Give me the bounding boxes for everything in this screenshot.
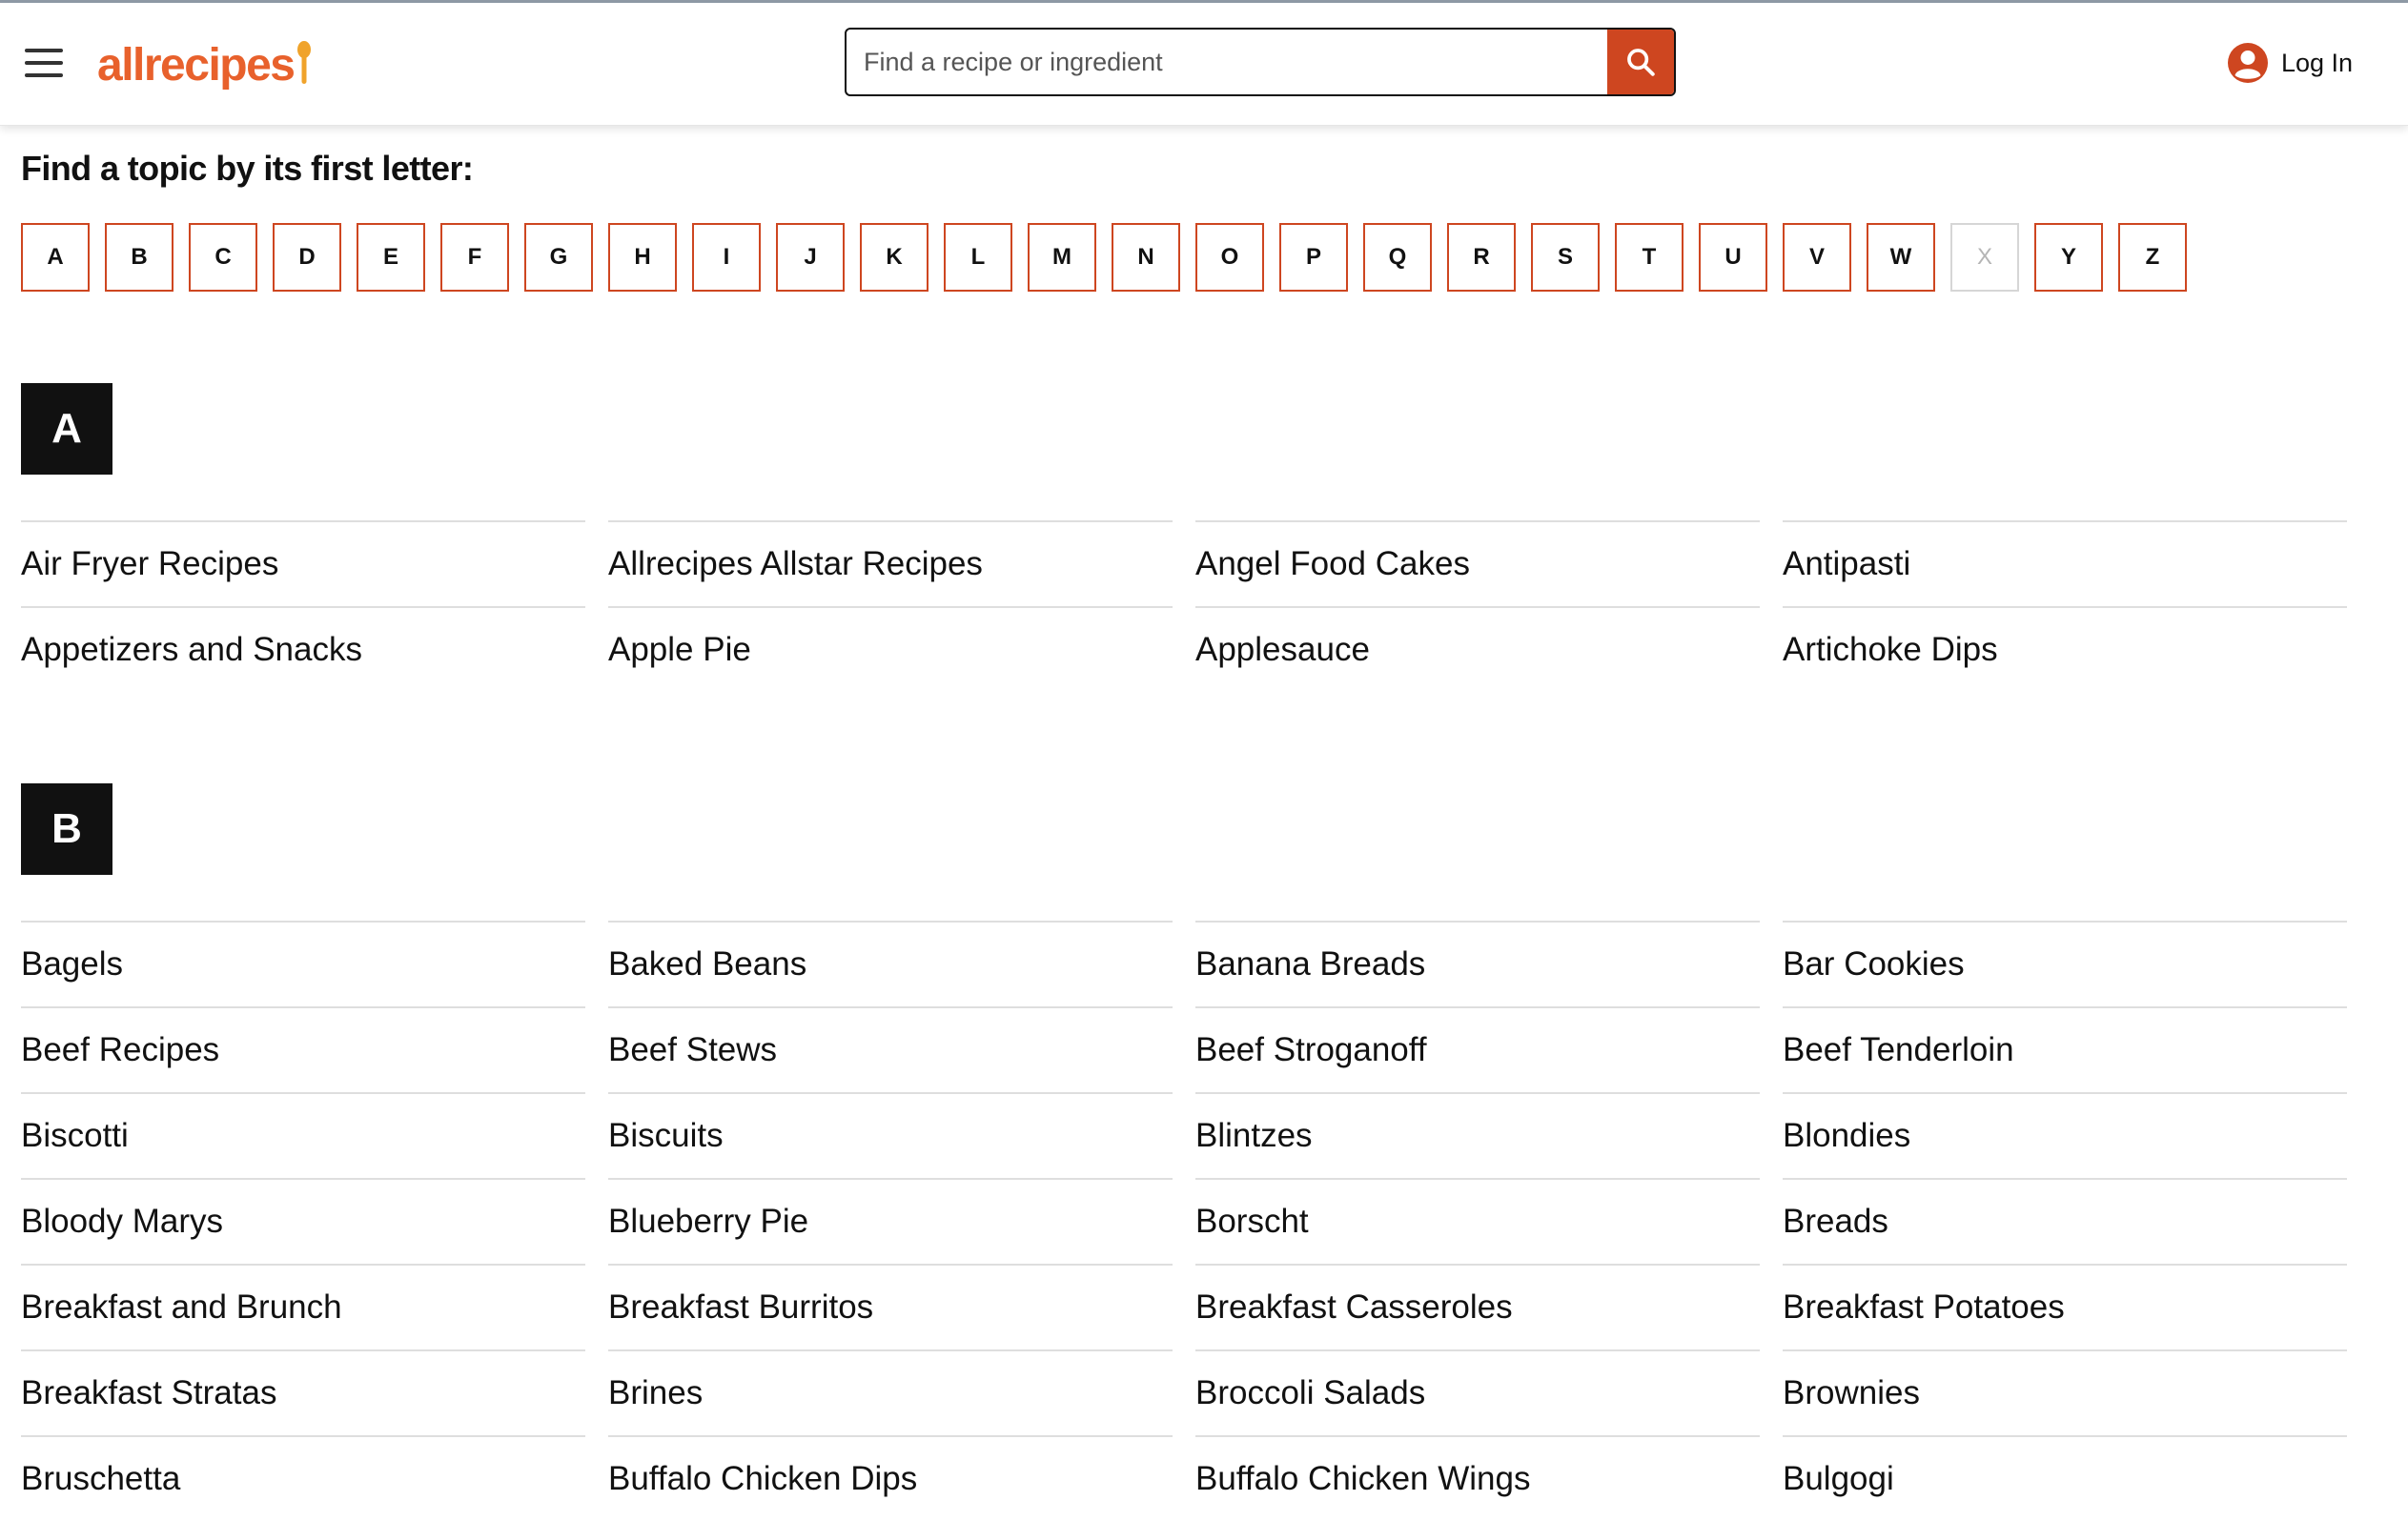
topic-link[interactable]: Angel Food Cakes: [1195, 520, 1760, 606]
letter-link-d[interactable]: D: [273, 223, 341, 292]
topic-link[interactable]: Appetizers and Snacks: [21, 606, 585, 692]
letter-link-k[interactable]: K: [860, 223, 929, 292]
topic-link[interactable]: Brines: [608, 1349, 1173, 1435]
allrecipes-logo[interactable]: allrecipes: [97, 39, 312, 92]
letter-link-u[interactable]: U: [1699, 223, 1767, 292]
letter-link-t[interactable]: T: [1615, 223, 1684, 292]
topic-link[interactable]: Biscuits: [608, 1092, 1173, 1178]
letter-link-n[interactable]: N: [1112, 223, 1180, 292]
login-label: Log In: [2281, 48, 2354, 77]
user-avatar-icon: [2228, 43, 2268, 83]
topic-link[interactable]: Applesauce: [1195, 606, 1760, 692]
spoon-icon: [297, 41, 312, 84]
topic-link[interactable]: Artichoke Dips: [1783, 606, 2347, 692]
letter-link-e[interactable]: E: [357, 223, 425, 292]
letter-link-q[interactable]: Q: [1363, 223, 1432, 292]
letter-link-w[interactable]: W: [1867, 223, 1935, 292]
section-heading-a: A: [21, 383, 112, 475]
topic-link[interactable]: Breads: [1783, 1178, 2347, 1264]
letter-link-r[interactable]: R: [1447, 223, 1516, 292]
topic-link[interactable]: Air Fryer Recipes: [21, 520, 585, 606]
letter-link-s[interactable]: S: [1531, 223, 1600, 292]
topic-link[interactable]: Breakfast Stratas: [21, 1349, 585, 1435]
letter-link-o[interactable]: O: [1195, 223, 1264, 292]
letter-link-g[interactable]: G: [524, 223, 593, 292]
topic-link[interactable]: Banana Breads: [1195, 921, 1760, 1006]
topic-link[interactable]: Beef Stews: [608, 1006, 1173, 1092]
topic-link[interactable]: Brownies: [1783, 1349, 2347, 1435]
search-input[interactable]: [847, 30, 1634, 94]
letter-link-x: X: [1950, 223, 2019, 292]
topic-link[interactable]: Borscht: [1195, 1178, 1760, 1264]
topic-link[interactable]: Antipasti: [1783, 520, 2347, 606]
topic-link[interactable]: Beef Stroganoff: [1195, 1006, 1760, 1092]
topic-link[interactable]: Beef Tenderloin: [1783, 1006, 2347, 1092]
letter-link-a[interactable]: A: [21, 223, 90, 292]
letter-link-h[interactable]: H: [608, 223, 677, 292]
letter-nav-title: Find a topic by its first letter:: [21, 149, 474, 188]
letter-link-b[interactable]: B: [105, 223, 173, 292]
topic-link[interactable]: Breakfast Burritos: [608, 1264, 1173, 1349]
topic-link[interactable]: Bruschetta: [21, 1435, 585, 1521]
letter-link-f[interactable]: F: [440, 223, 509, 292]
letter-link-p[interactable]: P: [1279, 223, 1348, 292]
letter-link-c[interactable]: C: [189, 223, 257, 292]
topic-link[interactable]: Apple Pie: [608, 606, 1173, 692]
search-button[interactable]: [1607, 30, 1674, 94]
topic-link[interactable]: Broccoli Salads: [1195, 1349, 1760, 1435]
topic-link[interactable]: Breakfast Potatoes: [1783, 1264, 2347, 1349]
logo-text: allrecipes: [97, 40, 296, 91]
letter-link-i[interactable]: I: [692, 223, 761, 292]
menu-icon[interactable]: [25, 49, 63, 81]
topic-link[interactable]: Breakfast and Brunch: [21, 1264, 585, 1349]
topic-link[interactable]: Blintzes: [1195, 1092, 1760, 1178]
topic-link[interactable]: Baked Beans: [608, 921, 1173, 1006]
login-link[interactable]: Log In: [2227, 42, 2353, 84]
letter-link-y[interactable]: Y: [2034, 223, 2103, 292]
site-header: allrecipes Log In: [0, 3, 2408, 126]
topic-link[interactable]: Beef Recipes: [21, 1006, 585, 1092]
topic-link[interactable]: Blondies: [1783, 1092, 2347, 1178]
letter-link-z[interactable]: Z: [2118, 223, 2187, 292]
letter-link-j[interactable]: J: [776, 223, 845, 292]
search-bar: [845, 28, 1676, 96]
topic-link[interactable]: Buffalo Chicken Dips: [608, 1435, 1173, 1521]
search-icon: [1627, 49, 1655, 76]
topic-link[interactable]: Biscotti: [21, 1092, 585, 1178]
topic-link[interactable]: Blueberry Pie: [608, 1178, 1173, 1264]
topic-link[interactable]: Bagels: [21, 921, 585, 1006]
topic-link[interactable]: Bloody Marys: [21, 1178, 585, 1264]
topic-link[interactable]: Breakfast Casseroles: [1195, 1264, 1760, 1349]
topic-link[interactable]: Buffalo Chicken Wings: [1195, 1435, 1760, 1521]
letter-link-m[interactable]: M: [1028, 223, 1096, 292]
section-heading-b: B: [21, 783, 112, 875]
topic-link[interactable]: Allrecipes Allstar Recipes: [608, 520, 1173, 606]
topic-link[interactable]: Bar Cookies: [1783, 921, 2347, 1006]
topic-link[interactable]: Bulgogi: [1783, 1435, 2347, 1521]
letter-link-v[interactable]: V: [1783, 223, 1851, 292]
letter-link-l[interactable]: L: [944, 223, 1012, 292]
